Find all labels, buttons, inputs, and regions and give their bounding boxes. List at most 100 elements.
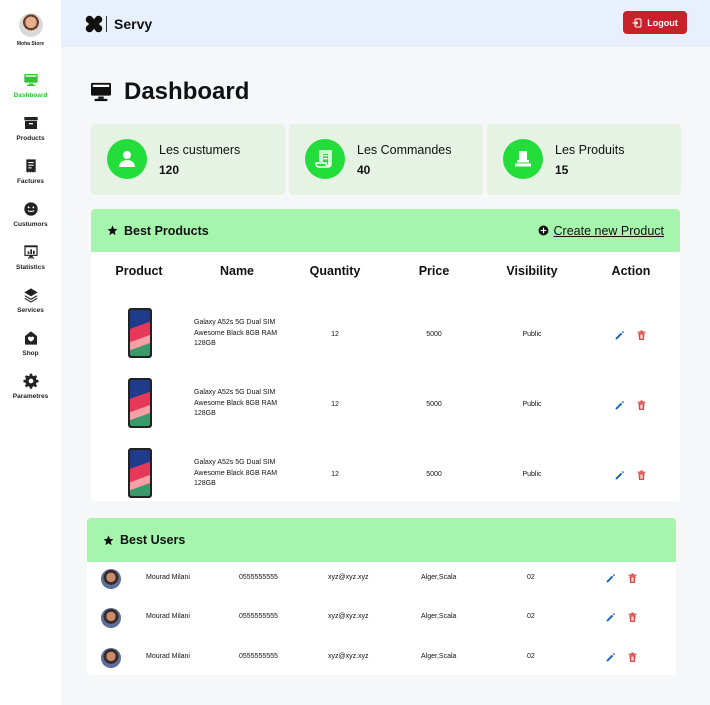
column-header-name: Name (219, 264, 255, 278)
sidebar-item-custumors[interactable]: Custumors (0, 201, 61, 244)
sidebar-item-label: Dashboard (13, 92, 48, 99)
product-quantity: 12 (331, 401, 339, 408)
logout-button[interactable]: Logout (623, 11, 687, 34)
avatar[interactable] (18, 13, 43, 37)
column-header-visibility: Visibility (506, 264, 558, 278)
product-quantity: 12 (331, 331, 339, 338)
sidebar: Moha Store Dashboard Products Factures C… (0, 0, 61, 705)
stat-card-custumers[interactable]: Les custumers 120 (91, 124, 285, 195)
product-price: 5000 (426, 471, 442, 478)
best-products-header: Best Products Create new Product (91, 209, 680, 252)
user-phone: 0555555555 (239, 653, 278, 660)
plus-circle-icon (538, 225, 548, 236)
best-users-panel: Best Users Mourad Milani 0555555555 xyz@… (87, 518, 676, 675)
table-row: Galaxy A52s 5G Dual SIM Awesome Black 8G… (91, 441, 680, 501)
product-price: 5000 (426, 401, 442, 408)
sidebar-nav: Dashboard Products Factures Custumors St… (0, 72, 61, 416)
scroll-icon (315, 150, 332, 168)
page-title: Dashboard (90, 78, 249, 106)
edit-icon[interactable] (605, 612, 616, 623)
product-visibility: Public (522, 471, 542, 478)
shop-icon (24, 331, 37, 345)
product-icon (515, 151, 531, 167)
sidebar-item-label: Custumors (13, 221, 48, 228)
sidebar-item-shop[interactable]: Shop (0, 330, 61, 373)
delete-icon[interactable] (636, 330, 647, 341)
stat-value: 120 (159, 163, 180, 177)
page-title-text: Dashboard (124, 78, 250, 105)
delete-icon[interactable] (627, 573, 638, 584)
edit-icon[interactable] (605, 652, 616, 663)
user-name: Mourad Milani (146, 653, 190, 660)
delete-icon[interactable] (636, 470, 647, 481)
user-location: Alger,Scala (421, 613, 457, 620)
sidebar-item-label: Parametres (12, 393, 49, 400)
delete-icon[interactable] (636, 400, 647, 411)
product-name: Galaxy A52s 5G Dual SIM Awesome Black 8G… (194, 319, 278, 347)
stat-value: 40 (357, 163, 371, 177)
best-users-title: Best Users (120, 533, 186, 547)
sidebar-item-statistics[interactable]: Statistics (0, 244, 61, 287)
sidebar-item-label: Shop (22, 350, 39, 357)
user-email: xyz@xyz.xyz (328, 574, 369, 581)
column-header-quantity: Quantity (309, 264, 361, 278)
best-users-header: Best Users (87, 518, 676, 562)
product-visibility: Public (522, 331, 542, 338)
edit-icon[interactable] (605, 573, 616, 584)
sidebar-item-label: Products (16, 135, 45, 142)
table-row: Galaxy A52s 5G Dual SIM Awesome Black 8G… (91, 371, 680, 441)
create-product-link[interactable]: Create new Product (538, 224, 664, 238)
product-price: 5000 (426, 331, 442, 338)
servy-logo-icon[interactable] (85, 15, 103, 33)
stat-value: 15 (555, 163, 569, 177)
gear-icon (22, 373, 39, 389)
stat-label: Les Commandes (357, 143, 452, 157)
profile[interactable]: Moha Store (0, 13, 61, 47)
avatar (101, 608, 121, 628)
product-name: Galaxy A52s 5G Dual SIM Awesome Black 8G… (194, 459, 278, 487)
stat-label: Les custumers (159, 143, 241, 157)
user-icon (119, 151, 135, 167)
edit-icon[interactable] (614, 330, 625, 341)
topbar: Servy Logout (61, 0, 710, 47)
smiley-face-icon (23, 202, 38, 216)
archive-box-icon (23, 117, 38, 129)
stat-card-produits[interactable]: Les Produits 15 (487, 124, 681, 195)
product-image (128, 378, 152, 428)
column-header-action: Action (611, 264, 651, 278)
star-icon (103, 535, 114, 545)
star-icon (107, 225, 118, 236)
brand-name[interactable]: Servy (114, 16, 152, 32)
stat-card-commandes[interactable]: Les Commandes 40 (289, 124, 483, 195)
delete-icon[interactable] (627, 652, 638, 663)
create-product-label: Create new Product (553, 223, 664, 238)
product-image (128, 308, 152, 358)
delete-icon[interactable] (627, 612, 638, 623)
list-item: Mourad Milani 0555555555 xyz@xyz.xyz Alg… (87, 561, 676, 601)
sidebar-item-dashboard[interactable]: Dashboard (0, 72, 61, 115)
user-count: 02 (527, 574, 535, 581)
sidebar-item-services[interactable]: Services (0, 287, 61, 330)
edit-icon[interactable] (614, 470, 625, 481)
edit-icon[interactable] (614, 400, 625, 411)
layers-icon (23, 288, 38, 303)
logout-label: Logout (647, 17, 678, 28)
avatar (101, 569, 121, 589)
best-products-title: Best Products (124, 223, 209, 238)
logout-icon (632, 18, 642, 27)
sidebar-item-parametres[interactable]: Parametres (0, 373, 61, 416)
sidebar-item-label: Services (17, 307, 44, 314)
monitor-icon (23, 74, 38, 86)
column-header-price: Price (418, 264, 450, 278)
stat-icon-wrapper (305, 139, 345, 179)
stat-icon-wrapper (107, 139, 147, 179)
column-header-product: Product (115, 264, 163, 278)
sidebar-item-label: Factures (16, 178, 45, 185)
list-item: Mourad Milani 0555555555 xyz@xyz.xyz Alg… (87, 600, 676, 640)
product-visibility: Public (522, 401, 542, 408)
sidebar-item-factures[interactable]: Factures (0, 158, 61, 201)
sidebar-item-products[interactable]: Products (0, 115, 61, 158)
user-name: Mourad Milani (146, 613, 190, 620)
user-count: 02 (527, 613, 535, 620)
best-products-panel: Best Products Create new Product Product… (91, 209, 680, 501)
